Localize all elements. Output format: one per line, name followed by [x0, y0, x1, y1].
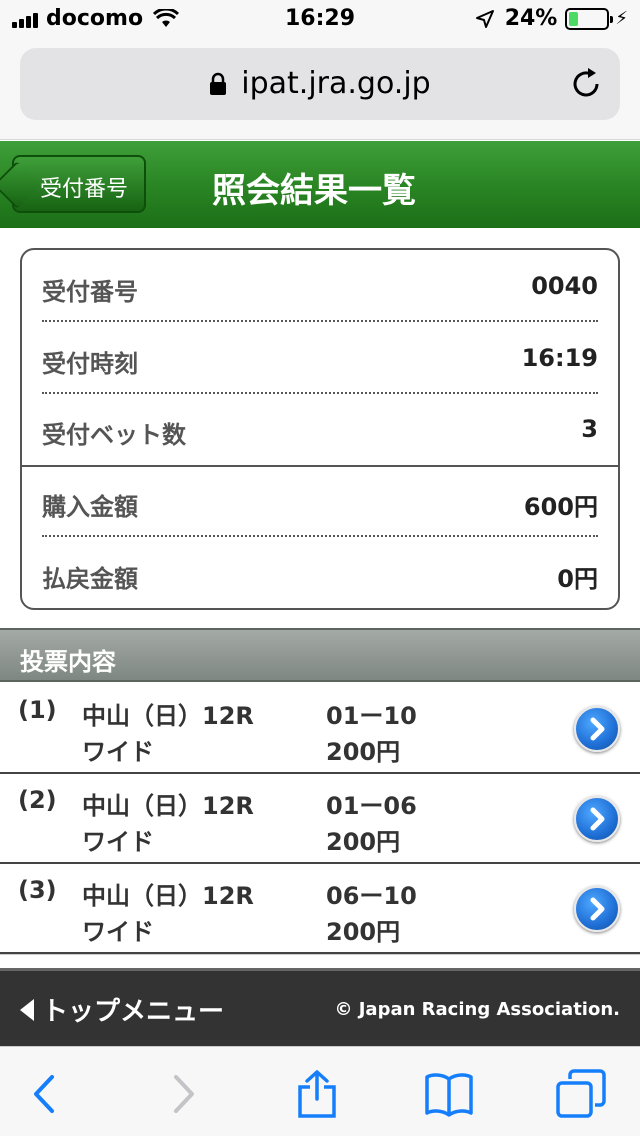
detail-chevron-button[interactable] — [574, 796, 620, 842]
back-arrow-icon[interactable] — [20, 1069, 70, 1119]
bet-number: (2) — [18, 786, 57, 814]
status-right: 24% ⚡ — [475, 6, 628, 31]
browser-toolbar — [0, 1046, 640, 1136]
copyright-text: © Japan Racing Association. — [334, 999, 620, 1020]
reload-icon[interactable] — [568, 66, 604, 102]
summary-row-bet-count: 受付ベット数 3 — [42, 393, 598, 465]
page-header: 受付番号 照会結果一覧 — [0, 141, 640, 228]
back-button[interactable]: 受付番号 — [12, 155, 146, 213]
bet-number: (3) — [18, 876, 57, 904]
page-title: 照会結果一覧 — [212, 171, 416, 211]
tabs-icon[interactable] — [556, 1069, 606, 1119]
bet-amount: 200円 — [326, 738, 401, 766]
summary-row-purchase-amount: 購入金額 600円 — [42, 465, 598, 537]
summary-card: 受付番号 0040 受付時刻 16:19 受付ベット数 3 購入金額 600円 … — [20, 248, 620, 610]
summary-value: 600円 — [523, 493, 598, 521]
triangle-left-icon — [20, 998, 34, 1021]
chevron-right-icon — [590, 807, 605, 831]
summary-label: 受付ベット数 — [42, 421, 186, 449]
summary-label: 受付番号 — [42, 278, 138, 306]
share-icon[interactable] — [292, 1069, 342, 1119]
detail-chevron-button[interactable] — [574, 886, 620, 932]
summary-label: 受付時刻 — [42, 350, 138, 378]
summary-row-receipt-time: 受付時刻 16:19 — [42, 322, 598, 394]
bet-combination: 06ー10 — [326, 882, 417, 910]
bet-race: 中山（日）12R — [82, 882, 254, 910]
bet-amount: 200円 — [326, 918, 401, 946]
bet-race: 中山（日）12R — [82, 792, 254, 820]
bet-row[interactable]: (2) 中山（日）12R ワイド 01ー06 200円 — [0, 774, 640, 864]
location-arrow-icon — [475, 9, 494, 28]
footer-spacer — [0, 954, 640, 968]
summary-row-receipt-number: 受付番号 0040 — [42, 250, 598, 322]
summary-value: 0040 — [531, 272, 598, 300]
summary-value: 16:19 — [521, 344, 598, 372]
charging-bolt-icon: ⚡ — [615, 8, 628, 29]
chevron-right-icon — [590, 717, 605, 741]
back-button-label: 受付番号 — [40, 177, 129, 202]
summary-value: 0円 — [557, 565, 598, 593]
battery-level — [569, 11, 578, 26]
top-menu-label: トップメニュー — [42, 997, 225, 1027]
summary-label: 払戻金額 — [42, 565, 138, 593]
lock-icon — [210, 72, 227, 95]
battery-icon — [565, 7, 614, 30]
bet-combination: 01ー10 — [326, 702, 417, 730]
bet-race: 中山（日）12R — [82, 702, 254, 730]
page-footer: トップメニュー © Japan Racing Association. — [0, 968, 640, 1046]
bet-type: ワイド — [82, 918, 154, 946]
top-menu-link[interactable]: トップメニュー — [20, 991, 224, 1028]
bet-type: ワイド — [82, 738, 154, 766]
bet-row[interactable]: (3) 中山（日）12R ワイド 06ー10 200円 — [0, 864, 640, 954]
url-display[interactable]: ipat.jra.go.jp — [20, 66, 620, 101]
address-bar-area: ipat.jra.go.jp — [0, 40, 640, 140]
bookmarks-icon[interactable] — [424, 1069, 474, 1119]
bet-combination: 01ー06 — [326, 792, 417, 820]
chevron-right-icon — [590, 897, 605, 921]
summary-row-payout-amount: 払戻金額 0円 — [42, 537, 598, 609]
address-bar[interactable]: ipat.jra.go.jp — [20, 48, 620, 120]
forward-arrow-icon[interactable] — [158, 1069, 208, 1119]
summary-label: 購入金額 — [42, 493, 138, 521]
detail-chevron-button[interactable] — [574, 706, 620, 752]
bet-type: ワイド — [82, 828, 154, 856]
bet-number: (1) — [18, 696, 57, 724]
status-bar: docomo 16:29 24% ⚡ — [0, 0, 640, 40]
battery-percent: 24% — [504, 6, 558, 31]
section-header-bet-details: 投票内容 — [0, 628, 640, 682]
url-text: ipat.jra.go.jp — [241, 66, 431, 101]
summary-value: 3 — [581, 415, 598, 443]
bet-row[interactable]: (1) 中山（日）12R ワイド 01ー10 200円 — [0, 684, 640, 774]
bet-amount: 200円 — [326, 828, 401, 856]
